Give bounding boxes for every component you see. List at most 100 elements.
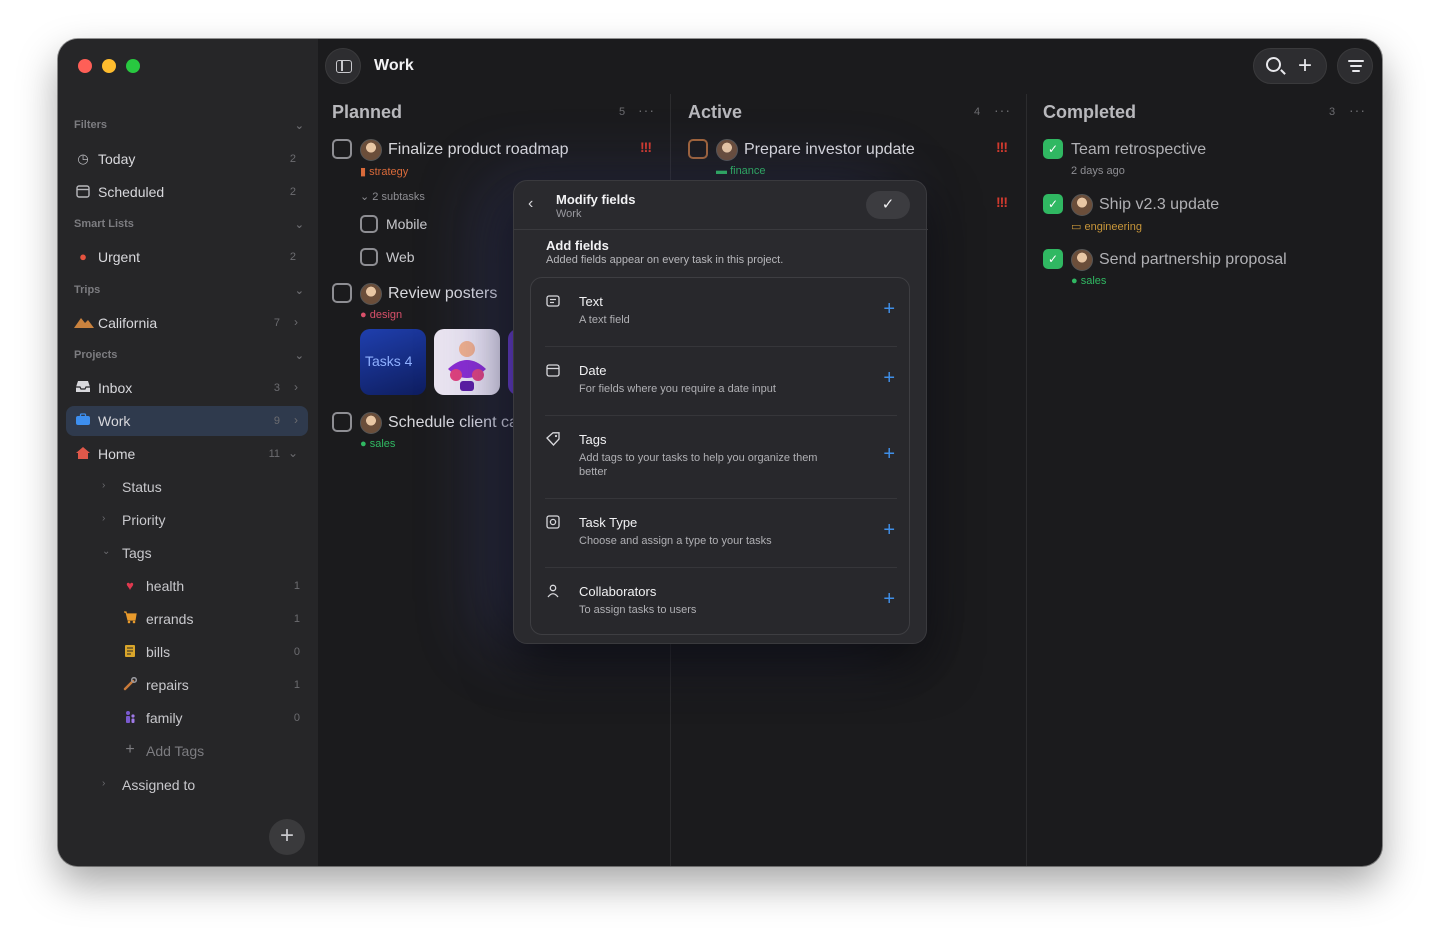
clock-icon: ◷ bbox=[77, 151, 89, 166]
field-description: Choose and assign a type to your tasks bbox=[579, 535, 772, 547]
task-ship-update[interactable]: ✓ Ship v2.3 update ▭ engineering bbox=[1043, 194, 1373, 233]
tag-label: bills bbox=[146, 644, 171, 660]
task-prepare-investor-update[interactable]: Prepare investor update !!! ▬ finance bbox=[688, 139, 1018, 177]
sidebar-item-work[interactable]: Work 9 › bbox=[66, 406, 308, 436]
modal-title: Modify fields bbox=[556, 192, 636, 207]
task-checkbox-checked[interactable]: ✓ bbox=[1043, 249, 1063, 269]
attachment-thumbnail[interactable]: Tasks 4 bbox=[360, 329, 426, 395]
add-field-plus-icon[interactable]: + bbox=[883, 443, 895, 466]
sidebar-item-assigned-to[interactable]: › Assigned to bbox=[98, 770, 308, 800]
zoom-window-button[interactable] bbox=[126, 59, 140, 73]
chevron-down-icon: ⌄ bbox=[102, 546, 111, 557]
sidebar-item-california[interactable]: California 7 › bbox=[66, 308, 308, 338]
task-checkbox[interactable] bbox=[332, 412, 352, 432]
sidebar-item-priority[interactable]: › Priority bbox=[98, 505, 308, 535]
search-icon[interactable] bbox=[1266, 57, 1281, 72]
tag-item-health[interactable]: ♥ health 1 bbox=[118, 571, 308, 601]
field-name: Task Type bbox=[579, 515, 638, 530]
money-icon: ▬ bbox=[716, 165, 727, 177]
chevron-down-icon: ⌄ bbox=[294, 350, 304, 362]
section-filters[interactable]: Filters ⌄ bbox=[74, 119, 304, 139]
section-trips[interactable]: Trips ⌄ bbox=[74, 284, 304, 304]
field-option-text[interactable]: Text A text field + bbox=[531, 278, 911, 347]
add-fields-heading: Add fields bbox=[546, 238, 609, 253]
subtasks-toggle[interactable]: ⌄ 2 subtasks bbox=[360, 190, 425, 203]
more-icon[interactable]: ··· bbox=[638, 102, 655, 118]
tag-label: family bbox=[146, 710, 183, 726]
sidebar-item-urgent[interactable]: ● Urgent 2 bbox=[66, 242, 308, 272]
section-smart-lists[interactable]: Smart Lists ⌄ bbox=[74, 218, 304, 238]
more-icon[interactable]: ··· bbox=[994, 102, 1011, 118]
receipt-icon bbox=[122, 644, 138, 661]
subtask-checkbox[interactable] bbox=[360, 248, 378, 266]
task-title: Finalize product roadmap bbox=[388, 141, 569, 158]
inbox-icon bbox=[74, 380, 92, 396]
tag-label: finance bbox=[730, 165, 766, 177]
task-checkbox[interactable] bbox=[332, 139, 352, 159]
minimize-window-button[interactable] bbox=[102, 59, 116, 73]
section-trips-label: Trips bbox=[74, 284, 101, 296]
field-option-collaborators[interactable]: Collaborators To assign tasks to users + bbox=[531, 568, 911, 636]
dollar-icon: ● bbox=[360, 438, 367, 450]
item-count: 3 bbox=[273, 382, 280, 394]
sidebar-item-status[interactable]: › Status bbox=[98, 472, 308, 502]
more-icon[interactable]: ··· bbox=[1349, 102, 1366, 118]
tag-label: strategy bbox=[369, 166, 409, 178]
confirm-button[interactable]: ✓ bbox=[866, 191, 910, 219]
sidebar-item-tags[interactable]: ⌄ Tags bbox=[98, 538, 308, 568]
subtask-label: Mobile bbox=[386, 216, 428, 232]
tag-item-errands[interactable]: errands 1 bbox=[118, 604, 308, 634]
task-finalize-roadmap[interactable]: Finalize product roadmap !!! ▮ strategy bbox=[332, 139, 662, 178]
thumbnail-text: Tasks 4 bbox=[365, 353, 413, 369]
add-task-icon[interactable]: + bbox=[1298, 51, 1312, 81]
wrench-icon bbox=[122, 676, 138, 694]
close-window-button[interactable] bbox=[78, 59, 92, 73]
field-option-task-type[interactable]: Task Type Choose and assign a type to yo… bbox=[531, 499, 911, 568]
column-count: 3 bbox=[1329, 106, 1336, 118]
field-name: Text bbox=[579, 294, 603, 309]
attachment-thumbnail[interactable] bbox=[434, 329, 500, 395]
tag-item-repairs[interactable]: repairs 1 bbox=[118, 670, 308, 700]
sidebar-item-home[interactable]: Home 11 ⌄ bbox=[66, 439, 308, 469]
field-option-tags[interactable]: Tags Add tags to your tasks to help you … bbox=[531, 416, 911, 499]
item-count: 2 bbox=[289, 251, 296, 263]
add-field-plus-icon[interactable]: + bbox=[883, 298, 895, 321]
task-checkbox[interactable] bbox=[332, 283, 352, 303]
toggle-sidebar-button[interactable] bbox=[325, 48, 361, 84]
task-send-partnership-proposal[interactable]: ✓ Send partnership proposal ● sales bbox=[1043, 249, 1373, 287]
field-description: To assign tasks to users bbox=[579, 604, 697, 616]
tag-item-bills[interactable]: bills 0 bbox=[118, 637, 308, 667]
add-tags-button[interactable]: + Add Tags bbox=[118, 736, 308, 766]
task-checkbox-checked[interactable]: ✓ bbox=[1043, 139, 1063, 159]
task-title: Ship v2.3 update bbox=[1099, 196, 1220, 213]
poster-illustration bbox=[448, 341, 486, 391]
chevron-down-icon: ⌄ bbox=[294, 120, 304, 132]
avatar bbox=[716, 139, 738, 161]
filter-line bbox=[1348, 60, 1364, 62]
chevron-right-icon: › bbox=[294, 315, 298, 329]
add-field-plus-icon[interactable]: + bbox=[883, 367, 895, 390]
task-checkbox[interactable] bbox=[688, 139, 708, 159]
add-fields-description: Added fields appear on every task in thi… bbox=[546, 254, 784, 266]
add-field-plus-icon[interactable]: + bbox=[883, 588, 895, 611]
tag-item-family[interactable]: family 0 bbox=[118, 703, 308, 733]
add-field-plus-icon[interactable]: + bbox=[883, 519, 895, 542]
task-checkbox-checked[interactable]: ✓ bbox=[1043, 194, 1063, 214]
back-icon[interactable]: ‹ bbox=[528, 195, 533, 213]
sidebar-item-label: California bbox=[98, 315, 158, 331]
subtask-checkbox[interactable] bbox=[360, 215, 378, 233]
text-icon bbox=[545, 294, 561, 310]
chevron-down-icon: ⌄ bbox=[294, 219, 304, 231]
add-list-button[interactable]: + bbox=[269, 819, 305, 855]
task-title: Send partnership proposal bbox=[1099, 251, 1287, 268]
field-option-date[interactable]: Date For fields where you require a date… bbox=[531, 347, 911, 416]
tag-label: errands bbox=[146, 611, 194, 627]
sidebar-item-inbox[interactable]: Inbox 3 › bbox=[66, 373, 308, 403]
section-projects-label: Projects bbox=[74, 349, 118, 361]
filter-button[interactable] bbox=[1337, 48, 1373, 84]
section-projects[interactable]: Projects ⌄ bbox=[74, 349, 304, 369]
chevron-right-icon: › bbox=[294, 413, 298, 427]
sidebar-item-scheduled[interactable]: Scheduled 2 bbox=[66, 177, 308, 207]
task-team-retrospective[interactable]: ✓ Team retrospective 2 days ago bbox=[1043, 139, 1373, 177]
sidebar-item-today[interactable]: ◷ Today 2 bbox=[66, 144, 308, 174]
